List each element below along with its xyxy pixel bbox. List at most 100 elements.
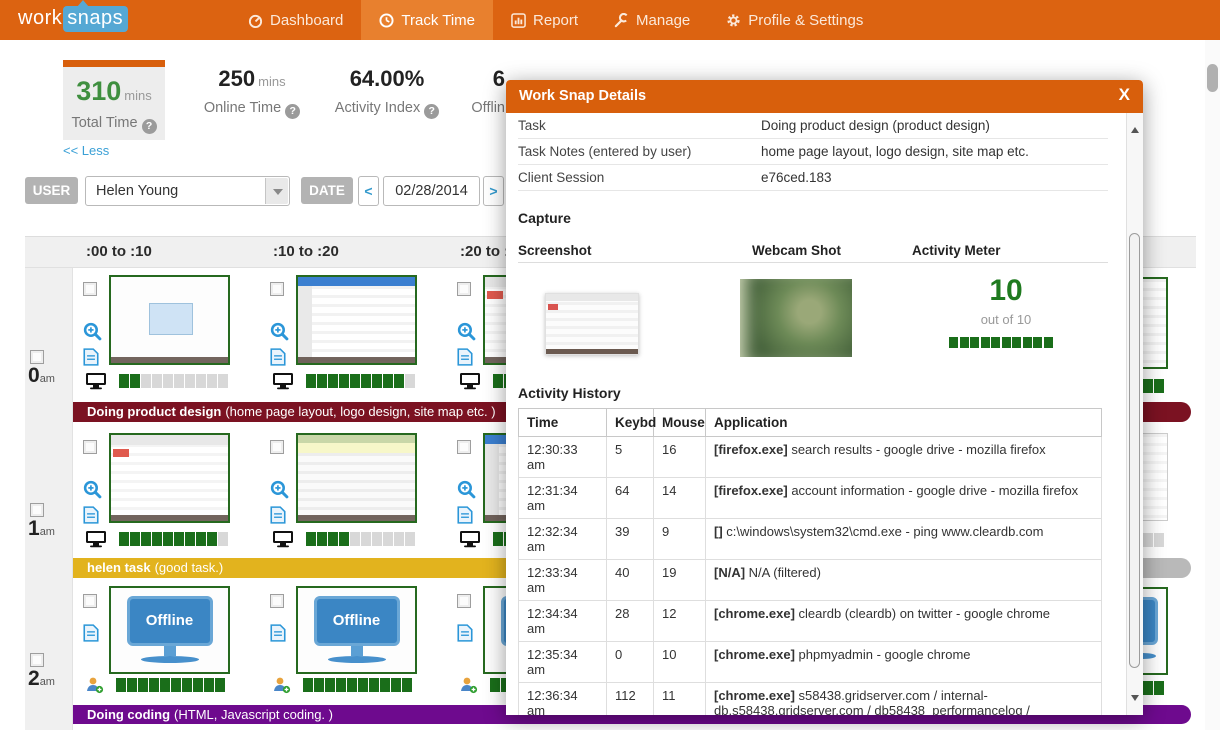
offline-thumbnail[interactable]: Offline (109, 586, 230, 674)
next-date-button[interactable]: > (483, 176, 504, 206)
capture-screenshot-thumbnail[interactable] (545, 293, 639, 355)
page-scrollbar-thumb[interactable] (1207, 64, 1218, 92)
modal-scrollbar[interactable] (1126, 113, 1143, 715)
activity-bar (306, 532, 416, 546)
snapshot-checkbox[interactable] (457, 282, 471, 296)
offline-thumbnail[interactable]: Offline (296, 586, 417, 674)
screenshot-thumbnail-partial[interactable] (1140, 433, 1168, 521)
task-bar-partial (1143, 558, 1191, 578)
row-checkbox-1am[interactable] (30, 503, 44, 517)
screenshot-thumbnail-partial[interactable] (1140, 277, 1168, 369)
modal-scrollbar-thumb[interactable] (1129, 233, 1140, 668)
zoom-in-icon[interactable] (83, 322, 102, 346)
column-header-10-20: :10 to :20 (273, 243, 339, 260)
activity-bar-partial (1143, 379, 1165, 393)
notes-icon[interactable] (457, 506, 473, 529)
total-time-value: 310 (76, 76, 121, 106)
stat-total-time[interactable]: 310mins Total Time (63, 60, 165, 140)
table-row: 12:31:34 am6414[firefox.exe] account inf… (519, 478, 1102, 519)
monitor-icon (459, 530, 481, 548)
notes-icon[interactable] (457, 624, 473, 647)
notes-icon[interactable] (270, 506, 286, 529)
zoom-in-icon[interactable] (83, 480, 102, 504)
monitor-icon (272, 372, 294, 390)
chevron-down-icon[interactable] (265, 178, 288, 204)
notes-icon[interactable] (83, 348, 99, 371)
user-select[interactable]: Helen Young (85, 176, 290, 206)
notes-icon[interactable] (83, 506, 99, 529)
col-application: Application (706, 409, 1102, 437)
screenshot-thumbnail[interactable] (109, 275, 230, 365)
snapshot-checkbox[interactable] (457, 440, 471, 454)
col-mouse: Mouse (654, 409, 706, 437)
row-checkbox-2am[interactable] (30, 653, 44, 667)
nav-label: Track Time (401, 12, 475, 29)
activity-bar (303, 678, 413, 692)
table-row: 12:33:34 am4019[N/A] N/A (filtered) (519, 560, 1102, 601)
screenshot-thumbnail[interactable] (109, 433, 230, 523)
snapshot-cell-offline: Offline (270, 580, 435, 710)
snapshot-checkbox[interactable] (83, 282, 97, 296)
less-link[interactable]: << Less (63, 143, 109, 158)
snapshot-cell (270, 426, 435, 556)
offline-thumbnail-partial[interactable] (1140, 587, 1168, 675)
nav-item-profile-settings[interactable]: Profile & Settings (708, 0, 881, 40)
capture-webcam-thumbnail[interactable] (740, 279, 852, 357)
info-row-task-notes: Task Notes (entered by user)home page la… (518, 139, 1108, 165)
page-scrollbar[interactable] (1205, 40, 1220, 730)
total-time-unit: mins (124, 88, 151, 103)
dashboard-icon (248, 13, 263, 28)
wrench-icon (614, 13, 629, 28)
activity-meter-bar (949, 337, 1054, 348)
nav-label: Manage (636, 12, 690, 29)
help-icon[interactable] (142, 119, 157, 134)
activity-bar (116, 678, 226, 692)
notes-icon[interactable] (83, 624, 99, 647)
notes-icon[interactable] (270, 348, 286, 371)
snapshot-checkbox[interactable] (270, 594, 284, 608)
help-icon[interactable] (285, 104, 300, 119)
report-icon (511, 13, 526, 28)
snapshot-checkbox[interactable] (457, 594, 471, 608)
activity-bar-partial (1143, 533, 1165, 547)
help-icon[interactable] (424, 104, 439, 119)
table-row: 12:30:33 am516[firefox.exe] search resul… (519, 437, 1102, 478)
zoom-in-icon[interactable] (270, 480, 289, 504)
nav-item-manage[interactable]: Manage (596, 0, 708, 40)
row-checkbox-0am[interactable] (30, 350, 44, 364)
hour-label-0am: 0am (28, 364, 55, 388)
clock-icon (379, 13, 394, 28)
prev-date-button[interactable]: < (358, 176, 379, 206)
zoom-in-icon[interactable] (457, 480, 476, 504)
close-icon[interactable]: X (1119, 85, 1130, 105)
scroll-up-icon[interactable] (1131, 123, 1139, 133)
worksnaps-logo[interactable]: worksnaps (18, 6, 128, 32)
notes-icon[interactable] (270, 624, 286, 647)
scroll-down-icon[interactable] (1131, 695, 1139, 705)
divider (518, 262, 1108, 263)
table-row: 12:32:34 am399[] c:\windows\system32\cmd… (519, 519, 1102, 560)
snapshot-checkbox[interactable] (83, 440, 97, 454)
person-add-icon (85, 676, 104, 694)
capture-col-screenshot: Screenshot (518, 243, 592, 258)
nav-item-track-time[interactable]: Track Time (361, 0, 493, 40)
activity-history-heading: Activity History (518, 385, 621, 401)
offline-time-value: 6 (493, 66, 505, 91)
zoom-in-icon[interactable] (270, 322, 289, 346)
notes-icon[interactable] (457, 348, 473, 371)
snapshot-checkbox[interactable] (83, 594, 97, 608)
total-time-label: Total Time (63, 115, 165, 134)
snapshot-checkbox[interactable] (270, 440, 284, 454)
activity-index-value: 64.00% (350, 66, 425, 91)
stat-activity-index: 64.00% Activity Index (328, 66, 446, 119)
date-input[interactable]: 02/28/2014 (383, 176, 480, 206)
nav-item-dashboard[interactable]: Dashboard (230, 0, 361, 40)
screenshot-thumbnail[interactable] (296, 433, 417, 523)
top-nav: worksnaps Dashboard Track Time Report Ma… (0, 0, 1220, 40)
screenshot-thumbnail[interactable] (296, 275, 417, 365)
snapshot-checkbox[interactable] (270, 282, 284, 296)
zoom-in-icon[interactable] (457, 322, 476, 346)
snapshot-cell-offline: Offline (83, 580, 248, 710)
nav-item-report[interactable]: Report (493, 0, 596, 40)
offline-time-label: Offlin (455, 100, 505, 116)
